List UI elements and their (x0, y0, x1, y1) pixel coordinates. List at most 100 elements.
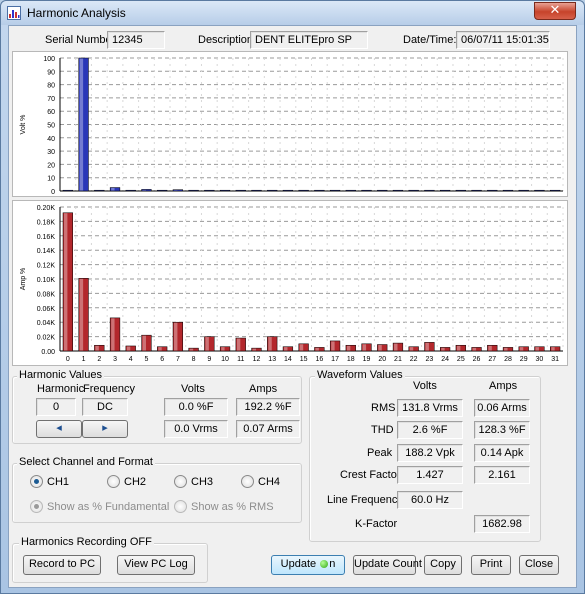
bar-highlight (95, 345, 99, 351)
bar-8 (188, 189, 199, 192)
bar-1 (78, 278, 89, 352)
channel-format-title: Select Channel and Format (17, 456, 155, 468)
bar-highlight (111, 188, 115, 191)
close-icon: ✕ (549, 3, 561, 18)
bar-14 (282, 189, 294, 192)
ch1-radio[interactable] (30, 475, 43, 488)
bar-4 (125, 345, 136, 352)
bar-highlight (268, 337, 272, 351)
bar-2 (94, 344, 105, 352)
y-tick-label: 0 (51, 189, 55, 196)
bar-21 (392, 342, 404, 352)
show-rms-label: Show as % RMS (191, 501, 274, 513)
peak-amps-field: 0.14 Apk (474, 444, 530, 462)
bar-highlight (79, 58, 84, 191)
x-tick-label: 0 (66, 356, 70, 363)
bar-7 (172, 321, 184, 352)
bar-24 (439, 347, 451, 352)
bar-body (377, 189, 388, 192)
amp-percent-chart: 0.00 0.02K 0.04K 0.06K 0.08K 0.10K 0.12K 0.14K 0… (12, 200, 568, 366)
bar-28 (502, 189, 514, 192)
bar-highlight (331, 341, 335, 351)
x-tick-label: 31 (551, 356, 559, 363)
bar-17 (329, 189, 341, 192)
bar-body (361, 189, 372, 192)
x-tick-label: 3 (113, 356, 117, 363)
window-close-button[interactable]: ✕ (534, 2, 576, 20)
ch3-radio[interactable] (174, 475, 187, 488)
bar-21 (392, 189, 404, 192)
bar-body (94, 189, 105, 192)
bar-highlight (535, 347, 539, 351)
bar-highlight (205, 337, 209, 351)
bar-24 (439, 189, 451, 192)
harmonic-prev-button[interactable]: ◂ (36, 420, 82, 438)
print-button[interactable]: Print (471, 555, 511, 575)
x-tick-label: 18 (347, 356, 355, 363)
y-axis-label: Volt % (20, 115, 27, 135)
x-tick-label: 24 (441, 356, 449, 363)
title-bar[interactable]: Harmonic Analysis ✕ (1, 1, 584, 25)
bar-body (251, 189, 262, 192)
update-on-button[interactable]: Update n (271, 555, 345, 575)
harmonic-amps-rms: 0.07 Arms (236, 420, 300, 438)
arrow-left-icon: ◂ (56, 422, 62, 434)
copy-button[interactable]: Copy (424, 555, 462, 575)
record-to-pc-button[interactable]: Record to PC (23, 555, 101, 575)
arrow-right-icon: ▸ (102, 422, 108, 434)
close-button[interactable]: Close (519, 555, 559, 575)
rms-label: RMS (371, 402, 396, 414)
update-count-button[interactable]: Update Count (353, 555, 422, 575)
harmonic-next-button[interactable]: ▸ (82, 420, 128, 438)
bar-22 (408, 189, 419, 192)
bar-14 (282, 346, 294, 352)
y-tick-label: 40 (47, 136, 55, 143)
bar-body (392, 189, 404, 192)
volt-percent-chart: 0 10 20 30 40 50 60 70 80 90 100 Volt % (12, 51, 568, 197)
serial-number-field: 12345 (107, 31, 165, 49)
show-fundamental-radio[interactable] (30, 500, 43, 513)
x-tick-label: 20 (378, 356, 386, 363)
frequency-header: Frequency (83, 383, 135, 395)
bar-22 (408, 346, 419, 352)
app-icon (7, 6, 21, 20)
ch2-radio[interactable] (107, 475, 120, 488)
bar-31 (550, 346, 561, 352)
crest-amps-field: 2.161 (474, 466, 530, 484)
x-tick-label: 19 (363, 356, 371, 363)
bar-highlight (456, 345, 461, 351)
view-pc-log-button[interactable]: View PC Log (117, 555, 195, 575)
bar-30 (534, 189, 545, 192)
description-field: DENT ELITEpro SP (250, 31, 368, 49)
bar-29 (518, 189, 529, 192)
bar-highlight (174, 322, 178, 351)
bar-body (188, 189, 199, 192)
datetime-label: Date/Time: (403, 34, 457, 46)
bar-16 (314, 189, 325, 192)
bar-27 (487, 344, 498, 352)
bar-body (550, 189, 561, 192)
harmonic-number-field: 0 (36, 398, 76, 416)
show-fundamental-label: Show as % Fundamental (47, 501, 170, 513)
volt-percent-chart-svg: 0 10 20 30 40 50 60 70 80 90 100 Volt % (20, 56, 564, 196)
bar-0 (62, 189, 73, 192)
x-tick-label: 8 (192, 356, 196, 363)
show-rms-radio[interactable] (174, 500, 187, 513)
bar-10 (219, 346, 231, 352)
bar-body (267, 189, 278, 192)
y-tick-label: 70 (47, 96, 55, 103)
bar-8 (188, 347, 199, 352)
datetime-field: 06/07/11 15:01:35 (456, 31, 550, 49)
ch4-radio[interactable] (241, 475, 254, 488)
thd-amps-field: 128.3 %F (474, 421, 530, 439)
bar-25 (455, 344, 466, 352)
bar-23 (424, 189, 435, 192)
x-tick-label: 14 (284, 356, 292, 363)
bar-4 (125, 189, 136, 192)
bar-highlight (346, 345, 351, 351)
bar-12 (251, 347, 262, 352)
x-tick-label: 4 (129, 356, 133, 363)
bar-12 (251, 189, 262, 192)
rms-amps-field: 0.06 Arms (474, 399, 530, 417)
bar-highlight (472, 347, 477, 351)
